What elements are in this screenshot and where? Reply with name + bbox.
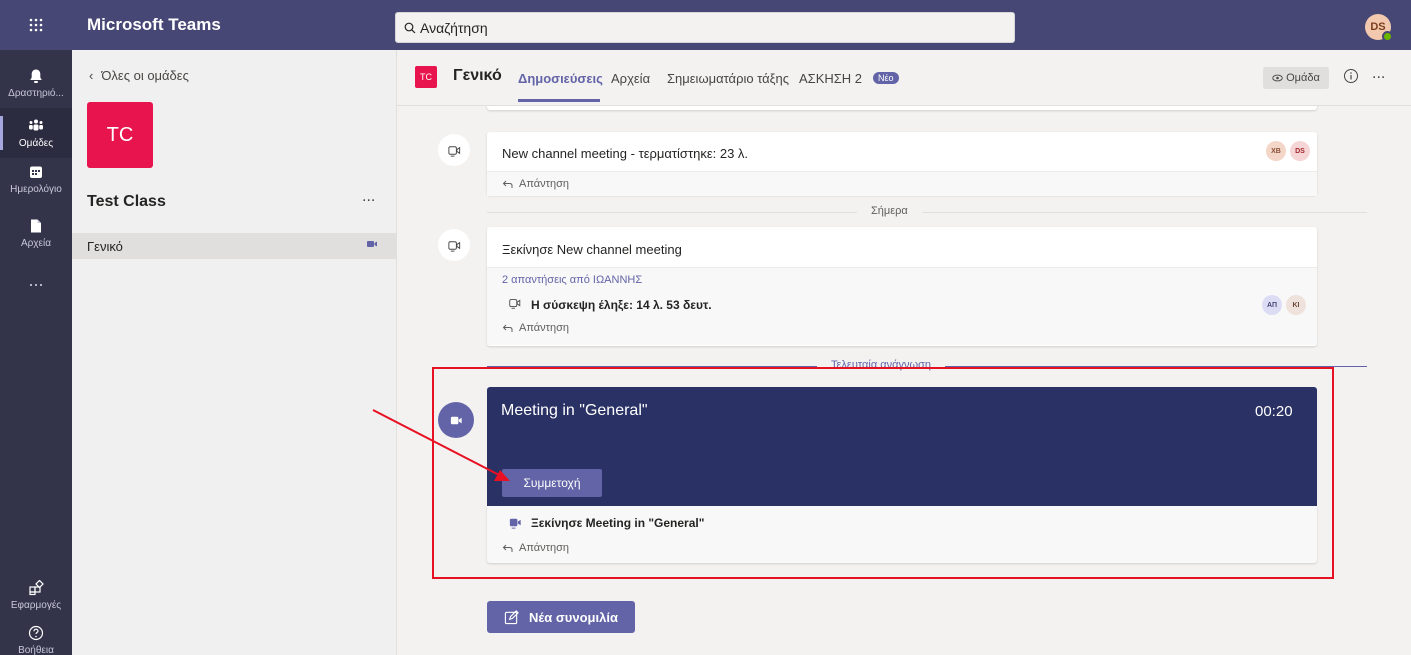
channel-name: Γενικό xyxy=(87,238,123,254)
tab-posts[interactable]: Δημοσιεύσεις xyxy=(518,71,603,86)
new-badge: Νέο xyxy=(873,72,899,84)
compose-icon xyxy=(504,609,519,624)
bell-icon xyxy=(30,69,42,83)
post-title: Ξεκίνησε New channel meeting xyxy=(487,227,1317,268)
date-divider-label: Σήμερα xyxy=(857,205,922,217)
rail-item-files[interactable]: Αρχεία xyxy=(0,208,72,258)
calendar-icon xyxy=(30,166,42,178)
reply-label: Απάντηση xyxy=(519,178,569,190)
tab-class-notebook[interactable]: Σημειωματάριο τάξης xyxy=(667,71,789,86)
previous-post-fragment xyxy=(487,106,1317,110)
channel-header: TC Γενικό Δημοσιεύσεις Αρχεία Σημειωματά… xyxy=(397,50,1411,106)
video-camera-icon xyxy=(447,145,460,157)
video-camera-icon xyxy=(509,299,521,309)
rail-item-label: Βοήθεια xyxy=(18,644,54,655)
rail-item-help[interactable]: Βοήθεια xyxy=(0,615,72,655)
rail-item-label: Εφαρμογές xyxy=(10,599,62,611)
tab-exercise-2[interactable]: ΑΣΚΗΣΗ 2 xyxy=(799,71,862,86)
rail-more-icon[interactable]: ... xyxy=(0,270,72,291)
rail-item-apps[interactable]: Εφαρμογές xyxy=(0,570,72,620)
reply-label: Απάντηση xyxy=(519,322,569,334)
help-icon xyxy=(28,625,44,640)
participant-avatar[interactable]: ΑΠ xyxy=(1262,295,1282,315)
app-rail: Δραστηριό... Ομάδες Ημερολόγιο Αρχεία ..… xyxy=(0,50,72,655)
teams-icon xyxy=(29,119,43,130)
rail-item-teams[interactable]: Ομάδες xyxy=(0,108,72,158)
video-camera-icon xyxy=(447,240,460,252)
eye-icon xyxy=(1272,74,1283,82)
rail-item-activity[interactable]: Δραστηριό... xyxy=(0,58,72,108)
all-teams-label: Όλες οι ομάδες xyxy=(101,68,189,83)
meeting-ended-avatar xyxy=(438,134,470,166)
rail-item-label: Αρχεία xyxy=(20,237,52,249)
team-avatar: TC xyxy=(87,102,153,168)
reply-link[interactable]: Απάντηση xyxy=(487,172,1317,196)
active-tab-indicator xyxy=(518,99,600,102)
rail-item-label: Ομάδες xyxy=(18,137,54,149)
file-icon xyxy=(31,219,41,232)
new-conversation-label: Νέα συνομιλία xyxy=(529,609,618,625)
meeting-active-icon xyxy=(367,241,377,247)
channel-item-general[interactable]: Γενικό xyxy=(72,233,396,259)
app-launcher-icon[interactable] xyxy=(0,0,72,50)
tab-files[interactable]: Αρχεία xyxy=(611,71,650,86)
date-divider xyxy=(487,212,1367,213)
channel-title: Γενικό xyxy=(453,67,502,84)
team-button-label: Ομάδα xyxy=(1286,72,1320,84)
participant-avatar[interactable]: ΚΙ xyxy=(1286,295,1306,315)
post-meeting-started: Ξεκίνησε New channel meeting 2 απαντήσει… xyxy=(487,227,1317,346)
reply-arrow-icon xyxy=(502,324,513,332)
meeting-duration-text: Η σύσκεψη έληξε: 14 λ. 53 δευτ. xyxy=(531,298,712,312)
app-title: Microsoft Teams xyxy=(87,15,221,34)
replies-link[interactable]: 2 απαντήσεις από ΙΩΑΝΝΗΣ xyxy=(502,274,642,286)
search-placeholder: Αναζήτηση xyxy=(420,19,488,36)
all-teams-link[interactable]: ‹ Όλες οι ομάδες xyxy=(89,68,189,83)
post-title: New channel meeting - τερματίστηκε: 23 λ… xyxy=(502,146,749,161)
apps-icon xyxy=(29,579,44,595)
channel-team-avatar: TC xyxy=(415,66,437,88)
reply-link[interactable]: Απάντηση xyxy=(487,316,569,340)
chevron-left-icon: ‹ xyxy=(89,68,94,83)
participant-avatar[interactable]: DS xyxy=(1290,141,1310,161)
post-meeting-ended: New channel meeting - τερματίστηκε: 23 λ… xyxy=(487,132,1317,196)
search-input[interactable]: Αναζήτηση xyxy=(395,12,1015,43)
participant-avatar[interactable]: XB xyxy=(1266,141,1286,161)
meeting-started-avatar xyxy=(438,229,470,261)
rail-item-label: Ημερολόγιο xyxy=(10,183,62,195)
rail-item-label: Δραστηριό... xyxy=(8,87,64,99)
team-panel: ‹ Όλες οι ομάδες TC Test Class ... Γενικ… xyxy=(72,50,397,655)
annotation-highlight-box xyxy=(432,367,1334,579)
reply-arrow-icon xyxy=(502,180,513,188)
channel-more-options-icon[interactable]: ... xyxy=(1372,65,1385,83)
presence-available-icon xyxy=(1382,31,1393,42)
top-bar: Microsoft Teams Αναζήτηση DS xyxy=(0,0,1411,50)
new-conversation-button[interactable]: Νέα συνομιλία xyxy=(487,601,635,633)
team-button[interactable]: Ομάδα xyxy=(1263,67,1329,89)
team-more-options-icon[interactable]: ... xyxy=(362,188,375,206)
search-icon xyxy=(404,22,416,33)
team-name: Test Class xyxy=(87,193,166,210)
info-icon[interactable] xyxy=(1343,68,1359,84)
rail-item-calendar[interactable]: Ημερολόγιο xyxy=(0,154,72,204)
